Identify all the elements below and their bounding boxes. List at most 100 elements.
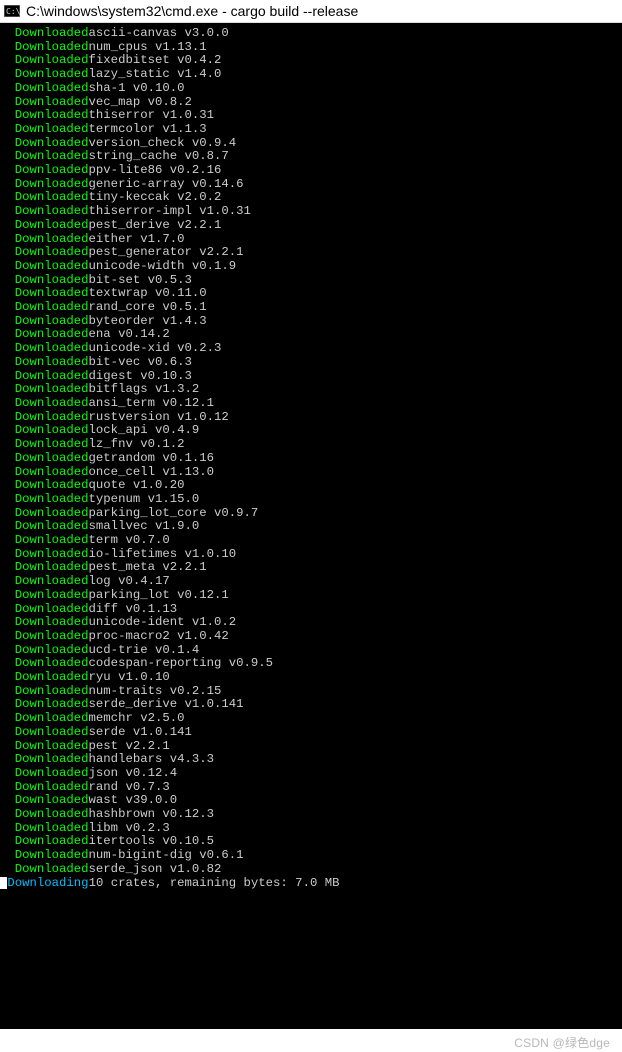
cmd-window: C:\ C:\windows\system32\cmd.exe - cargo … bbox=[0, 0, 622, 1029]
status-downloaded: Downloaded bbox=[15, 603, 89, 617]
download-line: Downloaded generic-array v0.14.6 bbox=[0, 178, 622, 192]
package-name: ascii-canvas v3.0.0 bbox=[89, 27, 229, 41]
download-line: Downloaded rustversion v1.0.12 bbox=[0, 411, 622, 425]
cmd-icon: C:\ bbox=[4, 4, 20, 18]
package-name: bit-set v0.5.3 bbox=[89, 274, 192, 288]
package-name: pest_derive v2.2.1 bbox=[89, 219, 222, 233]
status-downloaded: Downloaded bbox=[15, 520, 89, 534]
download-line: Downloaded serde v1.0.141 bbox=[0, 726, 622, 740]
status-downloaded: Downloaded bbox=[15, 27, 89, 41]
package-name: byteorder v1.4.3 bbox=[89, 315, 207, 329]
status-downloaded: Downloaded bbox=[15, 657, 89, 671]
download-line: Downloaded codespan-reporting v0.9.5 bbox=[0, 657, 622, 671]
download-line: Downloaded byteorder v1.4.3 bbox=[0, 315, 622, 329]
status-downloaded: Downloaded bbox=[15, 452, 89, 466]
status-downloaded: Downloaded bbox=[15, 479, 89, 493]
download-line: Downloaded pest_meta v2.2.1 bbox=[0, 561, 622, 575]
status-downloaded: Downloaded bbox=[15, 466, 89, 480]
status-downloaded: Downloaded bbox=[15, 219, 89, 233]
status-downloaded: Downloaded bbox=[15, 246, 89, 260]
status-downloaded: Downloaded bbox=[15, 835, 89, 849]
status-downloaded: Downloaded bbox=[15, 561, 89, 575]
package-name: ucd-trie v0.1.4 bbox=[89, 644, 200, 658]
download-line: Downloaded json v0.12.4 bbox=[0, 767, 622, 781]
status-downloaded: Downloaded bbox=[15, 685, 89, 699]
status-downloaded: Downloaded bbox=[15, 383, 89, 397]
status-downloaded: Downloaded bbox=[15, 397, 89, 411]
package-name: diff v0.1.13 bbox=[89, 603, 178, 617]
download-line: Downloaded ansi_term v0.12.1 bbox=[0, 397, 622, 411]
downloading-line: Downloading 10 crates, remaining bytes: … bbox=[0, 877, 622, 891]
download-line: Downloaded smallvec v1.9.0 bbox=[0, 520, 622, 534]
download-line: Downloaded libm v0.2.3 bbox=[0, 822, 622, 836]
download-line: Downloaded rand v0.7.3 bbox=[0, 781, 622, 795]
download-line: Downloaded num-bigint-dig v0.6.1 bbox=[0, 849, 622, 863]
package-name: once_cell v1.13.0 bbox=[89, 466, 214, 480]
package-name: digest v0.10.3 bbox=[89, 370, 192, 384]
status-downloaded: Downloaded bbox=[15, 164, 89, 178]
package-name: json v0.12.4 bbox=[89, 767, 178, 781]
title-bar[interactable]: C:\ C:\windows\system32\cmd.exe - cargo … bbox=[0, 0, 622, 23]
package-name: ryu v1.0.10 bbox=[89, 671, 170, 685]
status-downloaded: Downloaded bbox=[15, 315, 89, 329]
package-name: log v0.4.17 bbox=[89, 575, 170, 589]
status-downloaded: Downloaded bbox=[15, 671, 89, 685]
svg-text:C:\: C:\ bbox=[6, 7, 20, 16]
status-downloaded: Downloaded bbox=[15, 54, 89, 68]
download-line: Downloaded bit-vec v0.6.3 bbox=[0, 356, 622, 370]
package-name: generic-array v0.14.6 bbox=[89, 178, 244, 192]
download-line: Downloaded parking_lot_core v0.9.7 bbox=[0, 507, 622, 521]
download-line: Downloaded string_cache v0.8.7 bbox=[0, 150, 622, 164]
package-name: thiserror v1.0.31 bbox=[89, 109, 214, 123]
package-name: parking_lot v0.12.1 bbox=[89, 589, 229, 603]
cursor bbox=[0, 877, 7, 889]
download-line: Downloaded lazy_static v1.4.0 bbox=[0, 68, 622, 82]
package-name: memchr v2.5.0 bbox=[89, 712, 185, 726]
status-downloaded: Downloaded bbox=[15, 698, 89, 712]
status-downloaded: Downloaded bbox=[15, 548, 89, 562]
status-downloading: Downloading bbox=[7, 877, 88, 891]
status-downloaded: Downloaded bbox=[15, 82, 89, 96]
terminal-output[interactable]: Downloaded ascii-canvas v3.0.0 Downloade… bbox=[0, 23, 622, 1029]
status-downloaded: Downloaded bbox=[15, 178, 89, 192]
package-name: smallvec v1.9.0 bbox=[89, 520, 200, 534]
status-downloaded: Downloaded bbox=[15, 301, 89, 315]
package-name: tiny-keccak v2.0.2 bbox=[89, 191, 222, 205]
status-downloaded: Downloaded bbox=[15, 575, 89, 589]
package-name: ppv-lite86 v0.2.16 bbox=[89, 164, 222, 178]
status-downloaded: Downloaded bbox=[15, 616, 89, 630]
download-line: Downloaded diff v0.1.13 bbox=[0, 603, 622, 617]
status-downloaded: Downloaded bbox=[15, 342, 89, 356]
package-name: libm v0.2.3 bbox=[89, 822, 170, 836]
status-downloaded: Downloaded bbox=[15, 507, 89, 521]
download-line: Downloaded lock_api v0.4.9 bbox=[0, 424, 622, 438]
downloading-detail: 10 crates, remaining bytes: 7.0 MB bbox=[89, 877, 340, 891]
status-downloaded: Downloaded bbox=[15, 726, 89, 740]
download-line: Downloaded typenum v1.15.0 bbox=[0, 493, 622, 507]
package-name: serde_json v1.0.82 bbox=[89, 863, 222, 877]
status-downloaded: Downloaded bbox=[15, 191, 89, 205]
status-downloaded: Downloaded bbox=[15, 753, 89, 767]
status-downloaded: Downloaded bbox=[15, 356, 89, 370]
download-line: Downloaded num-traits v0.2.15 bbox=[0, 685, 622, 699]
status-downloaded: Downloaded bbox=[15, 205, 89, 219]
download-line: Downloaded either v1.7.0 bbox=[0, 233, 622, 247]
status-downloaded: Downloaded bbox=[15, 630, 89, 644]
status-downloaded: Downloaded bbox=[15, 863, 89, 877]
download-line: Downloaded num_cpus v1.13.1 bbox=[0, 41, 622, 55]
package-name: proc-macro2 v1.0.42 bbox=[89, 630, 229, 644]
status-downloaded: Downloaded bbox=[15, 424, 89, 438]
download-line: Downloaded memchr v2.5.0 bbox=[0, 712, 622, 726]
watermark: CSDN @绿色dge bbox=[514, 1034, 610, 1051]
status-downloaded: Downloaded bbox=[15, 794, 89, 808]
download-line: Downloaded quote v1.0.20 bbox=[0, 479, 622, 493]
status-downloaded: Downloaded bbox=[15, 493, 89, 507]
download-line: Downloaded lz_fnv v0.1.2 bbox=[0, 438, 622, 452]
download-line: Downloaded unicode-xid v0.2.3 bbox=[0, 342, 622, 356]
download-line: Downloaded version_check v0.9.4 bbox=[0, 137, 622, 151]
status-downloaded: Downloaded bbox=[15, 712, 89, 726]
status-downloaded: Downloaded bbox=[15, 328, 89, 342]
package-name: quote v1.0.20 bbox=[89, 479, 185, 493]
package-name: term v0.7.0 bbox=[89, 534, 170, 548]
download-line: Downloaded thiserror-impl v1.0.31 bbox=[0, 205, 622, 219]
